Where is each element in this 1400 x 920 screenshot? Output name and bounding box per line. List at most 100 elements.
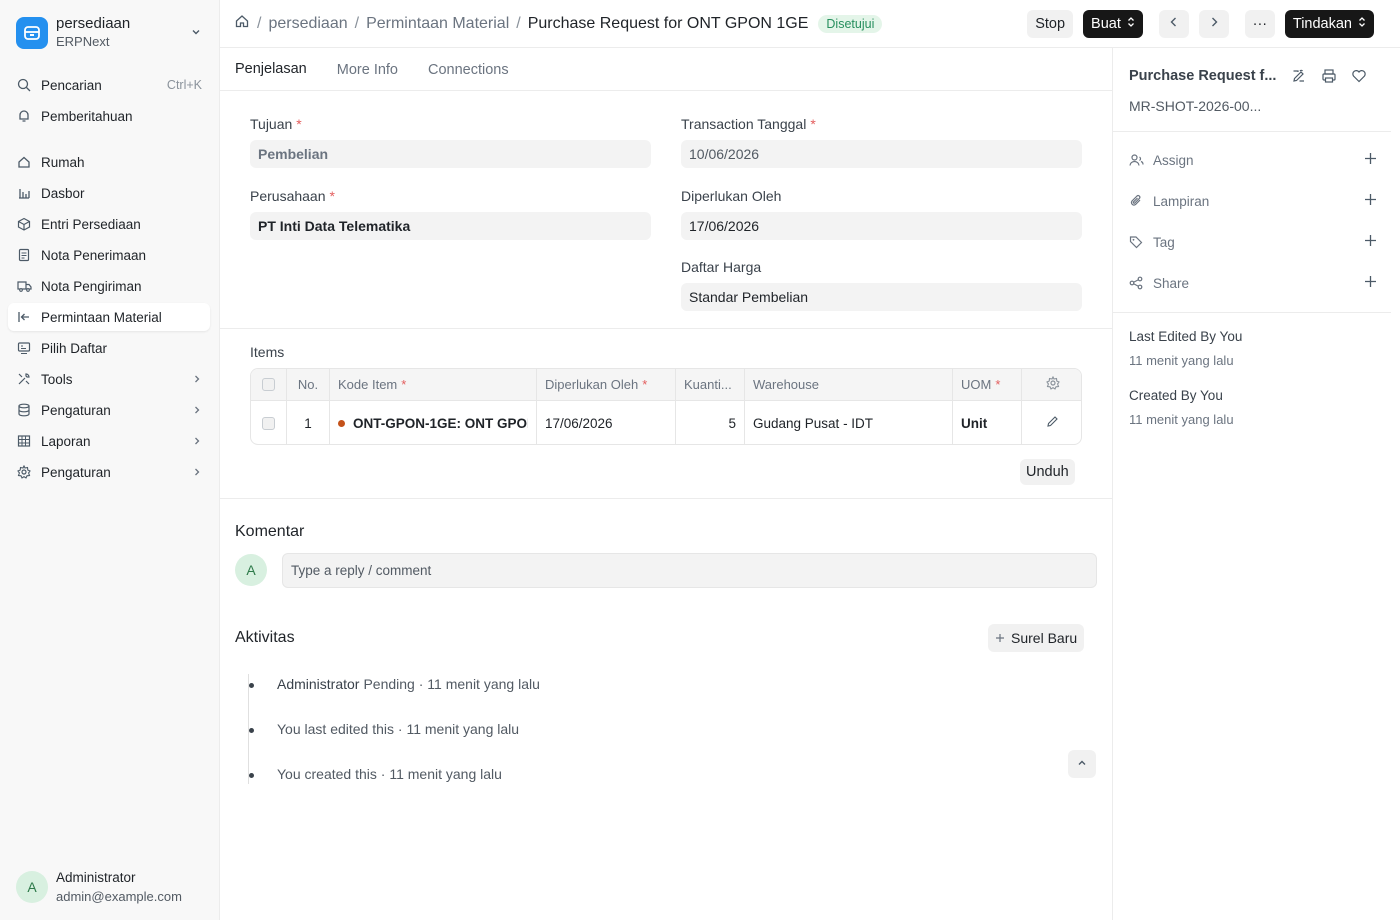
sidebar-item-delivery[interactable]: Nota Pengiriman — [8, 272, 210, 300]
previous-button[interactable] — [1158, 10, 1189, 38]
required-by-field[interactable]: 17/06/2026 — [681, 212, 1082, 240]
chevron-down-icon — [190, 25, 202, 41]
price-list-field[interactable]: Standar Pembelian — [681, 283, 1082, 311]
new-email-label: Surel Baru — [1011, 630, 1078, 646]
row-uom[interactable]: Unit — [953, 401, 1022, 444]
last-edited-title: Last Edited By You — [1129, 329, 1243, 344]
download-button[interactable]: Unduh — [1020, 459, 1075, 485]
pencil-icon — [1046, 415, 1059, 431]
timeline-bullet — [249, 773, 254, 778]
sidebar-item-label: Nota Penerimaan — [41, 247, 147, 263]
user-menu[interactable]: A Administrator admin@example.com — [16, 868, 182, 906]
sidebar-item-label: Permintaan Material — [41, 309, 162, 325]
document-actions — [1291, 68, 1367, 87]
top-actions: Stop Buat ··· Tindakan — [1027, 10, 1374, 38]
section-divider — [220, 328, 1112, 329]
transaction-date-field[interactable]: 10/06/2026 — [681, 140, 1082, 168]
table-row[interactable]: 1 ONT-GPON-1GE: ONT GPON 1GE 17/06/2026 … — [251, 401, 1081, 444]
sidebar-item-pick-list[interactable]: Pilih Daftar — [8, 334, 210, 362]
plus-icon — [995, 630, 1005, 646]
workspace-switcher[interactable]: persediaan ERPNext — [16, 14, 206, 52]
row-warehouse[interactable]: Gudang Pusat - IDT — [745, 401, 953, 444]
sidebar-item-stock-entry[interactable]: Entri Persediaan — [8, 210, 210, 238]
row-item-code[interactable]: ONT-GPON-1GE: ONT GPON 1GE — [330, 401, 537, 444]
col-warehouse: Warehouse — [745, 369, 953, 400]
col-no: No. — [287, 369, 330, 400]
activity-entry: Administrator Pending · 11 menit yang la… — [277, 676, 540, 692]
section-divider — [220, 498, 1112, 499]
tab-connections[interactable]: Connections — [428, 48, 509, 91]
more-options-button[interactable]: ··· — [1244, 10, 1275, 38]
comment-input[interactable]: Type a reply / comment — [282, 553, 1097, 588]
next-button[interactable] — [1198, 10, 1229, 38]
sidebar-item-receipt[interactable]: Nota Penerimaan — [8, 241, 210, 269]
breadcrumb-separator: / — [257, 14, 262, 32]
column-settings-cell[interactable] — [1022, 369, 1081, 400]
row-edit-cell[interactable] — [1022, 401, 1081, 444]
truck-icon — [16, 278, 32, 294]
topbar: / persediaan / Permintaan Material / Pur… — [220, 0, 1400, 48]
attachments-row[interactable]: Lampiran — [1129, 191, 1377, 211]
receipt-icon — [16, 247, 32, 263]
purpose-label: Tujuan * — [250, 116, 302, 132]
plus-icon[interactable] — [1364, 193, 1377, 209]
database-icon — [16, 402, 32, 418]
new-email-button[interactable]: Surel Baru — [988, 624, 1085, 652]
purpose-field[interactable]: Pembelian — [250, 140, 651, 168]
tags-row[interactable]: Tag — [1129, 232, 1377, 252]
sidebar-item-settings[interactable]: Pengaturan — [8, 458, 210, 486]
bar-chart-icon — [16, 185, 32, 201]
plus-icon[interactable] — [1364, 275, 1377, 291]
sidebar: persediaan ERPNext Pencarian Ctrl+K Pemb… — [0, 0, 220, 920]
activity-title: Aktivitas — [235, 629, 295, 646]
sidebar-item-label: Pemberitahuan — [41, 108, 133, 124]
heart-icon[interactable] — [1351, 68, 1367, 87]
col-uom: UOM * — [953, 369, 1022, 400]
tab-more-info[interactable]: More Info — [337, 48, 398, 91]
stop-button[interactable]: Stop — [1027, 10, 1074, 38]
sidebar-item-tools[interactable]: Tools — [8, 365, 210, 393]
sidebar-item-dashboard[interactable]: Dasbor — [8, 179, 210, 207]
sidebar-item-label: Pilih Daftar — [41, 340, 108, 356]
sidebar-item-notifications[interactable]: Pemberitahuan — [8, 102, 210, 130]
assign-label: Assign — [1153, 152, 1194, 168]
breadcrumb-link[interactable]: persediaan — [268, 15, 347, 33]
chevron-up-icon — [1076, 757, 1088, 772]
home-icon[interactable] — [234, 13, 250, 34]
share-row[interactable]: Share — [1129, 273, 1377, 293]
activity-actor[interactable]: Administrator — [277, 676, 359, 692]
sidebar-item-material-request[interactable]: Permintaan Material — [8, 303, 210, 331]
sidebar-item-search[interactable]: Pencarian Ctrl+K — [8, 71, 210, 99]
scroll-to-top-button[interactable] — [1068, 750, 1096, 778]
timeline-bullet — [249, 728, 254, 733]
transaction-date-label: Transaction Tanggal * — [681, 116, 816, 132]
plus-icon[interactable] — [1364, 234, 1377, 250]
row-select-cell — [251, 401, 287, 444]
sidebar-item-label: Tools — [41, 371, 73, 387]
chevron-right-icon — [192, 403, 202, 418]
sidebar-item-settings-stock[interactable]: Pengaturan — [8, 396, 210, 424]
row-checkbox[interactable] — [262, 416, 275, 430]
sidebar-item-label: Entri Persediaan — [41, 216, 141, 232]
breadcrumb-link[interactable]: Permintaan Material — [366, 15, 509, 33]
actions-button[interactable]: Tindakan — [1284, 10, 1374, 38]
sidebar-item-home[interactable]: Rumah — [8, 148, 210, 176]
edit-icon[interactable] — [1291, 68, 1307, 87]
sidebar-item-reports[interactable]: Laporan — [8, 427, 210, 455]
avatar: A — [16, 871, 48, 903]
row-item-code-text: ONT-GPON-1GE: ONT GPON 1GE — [353, 415, 528, 431]
row-required-by[interactable]: 17/06/2026 — [537, 401, 676, 444]
printer-icon[interactable] — [1321, 68, 1337, 87]
right-divider — [1113, 312, 1391, 313]
create-button[interactable]: Buat — [1083, 10, 1143, 38]
sidebar-item-label: Rumah — [41, 154, 85, 170]
row-qty[interactable]: 5 — [676, 401, 745, 444]
share-label: Share — [1153, 275, 1190, 291]
timeline-bullet — [249, 683, 254, 688]
assign-row[interactable]: Assign — [1129, 150, 1377, 170]
tab-details[interactable]: Penjelasan — [235, 48, 307, 91]
company-field[interactable]: PT Inti Data Telematika — [250, 212, 651, 240]
paperclip-icon — [1129, 194, 1145, 208]
select-all-checkbox[interactable] — [262, 378, 275, 391]
plus-icon[interactable] — [1364, 152, 1377, 168]
